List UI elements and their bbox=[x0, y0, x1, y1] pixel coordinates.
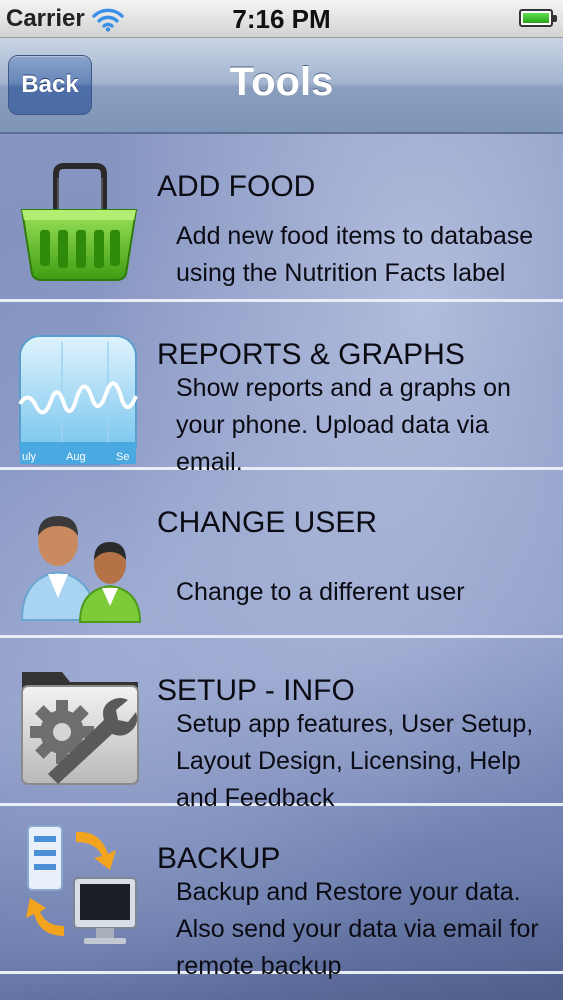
description-line: Also send your data via email for bbox=[176, 915, 539, 943]
description-line: using the Nutrition Facts label bbox=[176, 259, 506, 287]
backup-sync-icon bbox=[26, 825, 137, 944]
list-item-reports-graphs[interactable]: uly Aug Se REPORTS & GRAPHS Show reports… bbox=[0, 302, 563, 476]
page-title: Tools bbox=[229, 60, 334, 104]
row-description: Backup and Restore your data. Also send … bbox=[176, 874, 556, 985]
row-title: CHANGE USER bbox=[157, 506, 378, 539]
graph-axis-label: uly bbox=[22, 451, 37, 463]
graph-axis-label: Se bbox=[116, 451, 129, 463]
row-title: BACKUP bbox=[157, 842, 281, 875]
row-title: ADD FOOD bbox=[157, 170, 316, 203]
description-line: Change to a different user bbox=[176, 578, 465, 606]
row-title: REPORTS & GRAPHS bbox=[157, 338, 465, 371]
description-line: Setup app features, User Setup, bbox=[176, 710, 534, 738]
list-item-backup[interactable]: BACKUP Backup and Restore your data. Als… bbox=[0, 806, 563, 980]
shopping-basket-icon bbox=[20, 163, 138, 281]
description-line: Backup and Restore your data. bbox=[176, 878, 521, 906]
description-line: Layout Design, Licensing, Help bbox=[176, 747, 521, 775]
graph-axis-label: Aug bbox=[66, 451, 86, 463]
row-description: Add new food items to database using the… bbox=[176, 218, 556, 292]
list-item-add-food[interactable]: ADD FOOD Add new food items to database … bbox=[0, 134, 563, 302]
row-title: SETUP - INFO bbox=[157, 674, 355, 707]
users-icon bbox=[20, 516, 142, 623]
row-description: Change to a different user bbox=[176, 574, 556, 611]
row-description: Show reports and a graphs on your phone.… bbox=[176, 370, 556, 481]
battery-level bbox=[523, 13, 549, 23]
status-bar: Carrier 7:16 PM bbox=[0, 0, 563, 38]
list-item-setup-info[interactable]: SETUP - INFO Setup app features, User Se… bbox=[0, 638, 563, 812]
description-line: remote backup bbox=[176, 952, 342, 980]
list-item-change-user[interactable]: CHANGE USER Change to a different user bbox=[0, 470, 563, 638]
settings-folder-icon bbox=[21, 672, 139, 785]
description-line: Add new food items to database bbox=[176, 222, 534, 250]
tools-list: ADD FOOD Add new food items to database … bbox=[0, 134, 563, 1000]
row-description: Setup app features, User Setup, Layout D… bbox=[176, 706, 556, 817]
battery-icon bbox=[519, 9, 557, 27]
graph-icon: uly Aug Se bbox=[18, 335, 138, 465]
description-line: Show reports and a graphs on bbox=[176, 374, 511, 402]
navigation-bar: Back Tools bbox=[0, 38, 563, 134]
description-line: your phone. Upload data via bbox=[176, 411, 489, 439]
status-time: 7:16 PM bbox=[232, 4, 331, 34]
